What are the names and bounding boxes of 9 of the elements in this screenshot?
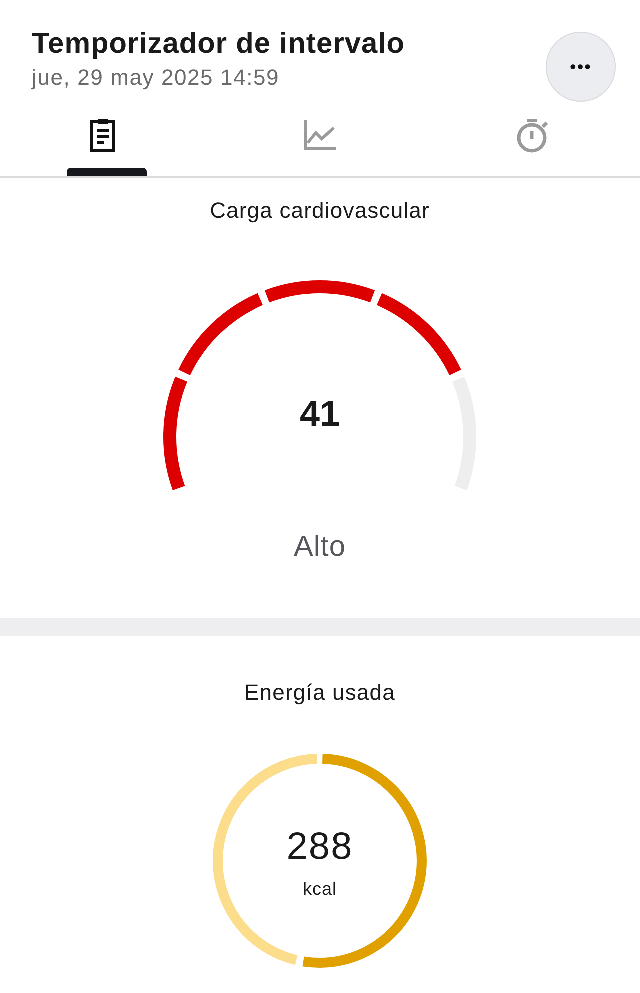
gauge-value: 41 <box>300 392 340 436</box>
section-title: Carga cardiovascular <box>209 197 431 225</box>
screen-title: Temporizador de intervalo <box>32 28 405 62</box>
more-button[interactable]: ••• <box>546 32 616 102</box>
energy-value: 288 <box>286 824 354 870</box>
section-title: Energía usada <box>244 678 396 707</box>
date-time: jue, 29 may 2025 14:59 <box>32 64 281 92</box>
load-rating: Alto <box>293 530 347 565</box>
energy-unit: kcal <box>302 878 337 900</box>
